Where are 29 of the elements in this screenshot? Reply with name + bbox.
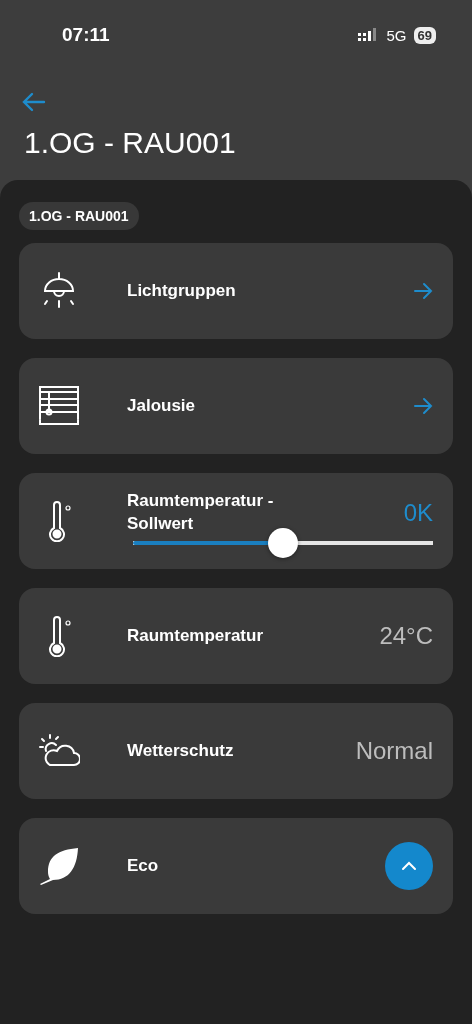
thermometer-icon — [46, 500, 72, 542]
menu-card[interactable]: Lichtgruppen — [19, 243, 453, 339]
battery-level: 69 — [413, 26, 436, 44]
card-label: Wetterschutz — [127, 741, 235, 761]
arrow-right-icon[interactable] — [413, 282, 433, 300]
thermometer-icon — [46, 615, 72, 657]
card-label: Raumtemperatur - Sollwert — [127, 490, 275, 535]
caret-up-icon — [401, 861, 417, 871]
card-value: 24°C — [379, 622, 433, 650]
sun-cloud-icon — [38, 733, 80, 769]
card-label: Raumtemperatur — [127, 626, 265, 646]
ceiling-lamp-icon — [41, 271, 77, 311]
slider-thumb[interactable] — [268, 527, 298, 558]
card-value: Normal — [355, 737, 433, 765]
menu-card[interactable]: Jalousie — [19, 358, 453, 454]
network-label: 5G — [386, 26, 407, 44]
blinds-icon — [38, 385, 80, 427]
room-chip: 1.OG - RAU001 — [19, 202, 139, 230]
arrow-right-icon[interactable] — [413, 397, 433, 415]
back-button[interactable] — [22, 92, 46, 112]
card-label: Eco — [127, 856, 160, 876]
back-arrow-icon — [22, 92, 46, 112]
setpoint-reading: 0K — [403, 499, 433, 527]
card-label: Lichtgruppen — [127, 281, 237, 301]
card-label: Jalousie — [127, 396, 197, 416]
status-time: 07:11 — [62, 24, 110, 46]
expand-button[interactable] — [385, 842, 433, 890]
page-title: 1.OG - RAU001 — [24, 126, 237, 160]
leaf-icon — [38, 846, 80, 886]
